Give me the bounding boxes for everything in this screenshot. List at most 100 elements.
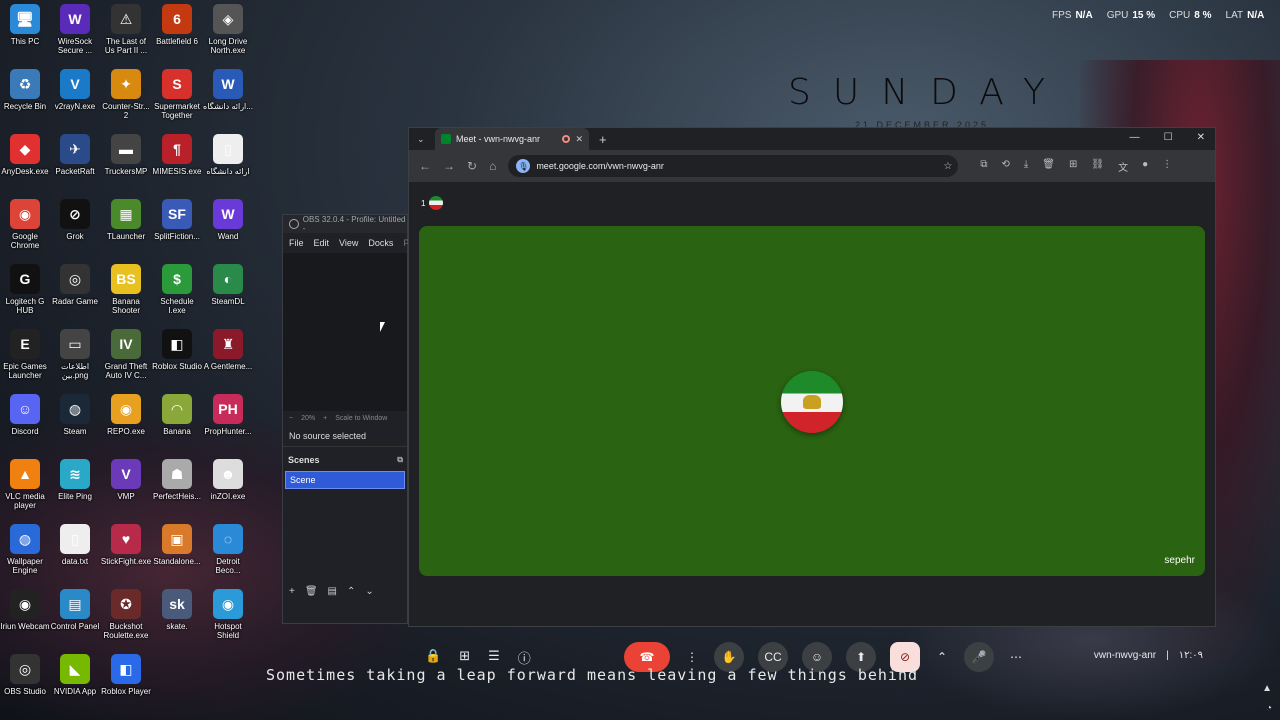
host-controls-icon[interactable]: 🔒 (425, 648, 441, 667)
desktop-icon[interactable]: W ارائه دانشگاه... (203, 69, 253, 111)
desktop-icon[interactable]: S Supermarket Together (152, 69, 202, 120)
site-mic-icon[interactable]: 🎙 (516, 159, 531, 173)
desktop-icon[interactable]: $ Schedule I.exe (152, 264, 202, 315)
grid-icon[interactable]: ⊞ (1069, 159, 1077, 174)
activities-icon[interactable]: ⊞ (459, 648, 470, 667)
close-window-icon[interactable]: ✕ (1197, 132, 1205, 143)
desktop-icon[interactable]: ◆ AnyDesk.exe (0, 134, 50, 176)
desktop-icon[interactable]: ☻ inZOI.exe (203, 459, 253, 501)
desktop-icon[interactable]: ✈ PacketRaft (50, 134, 100, 176)
desktop-icon[interactable]: G Logitech G HUB (0, 264, 50, 315)
home-icon[interactable]: ⌂ (489, 159, 496, 173)
minimize-icon[interactable]: — (1130, 132, 1140, 143)
camera-options-chevron-icon[interactable]: ⌃ (934, 642, 950, 672)
desktop-icon[interactable]: V VMP (101, 459, 151, 501)
scene-list-item[interactable]: Scene (285, 471, 405, 489)
desktop-icon[interactable]: ✦ Counter-Str... 2 (101, 69, 151, 120)
desktop-icon[interactable]: ◎ Radar Game (50, 264, 100, 306)
desktop-icon[interactable]: ◎ OBS Studio (0, 654, 50, 696)
obs-menu-file[interactable]: File (289, 238, 304, 248)
obs-menu-docks[interactable]: Docks (368, 238, 393, 248)
bookmark-star-icon[interactable]: ☆ (943, 161, 952, 172)
trash-icon[interactable]: 🗑 (1042, 159, 1055, 174)
desktop-icon[interactable]: ▦ TLauncher (101, 199, 151, 241)
desktop-icon[interactable]: ◉ Iriun Webcam (0, 589, 50, 631)
desktop-icon[interactable]: W WireSock Secure ... (50, 4, 100, 55)
omnibox[interactable]: 🎙 meet.google.com/vwn-nwvg-anr ☆ (508, 155, 959, 177)
obs-menu-edit[interactable]: Edit (314, 238, 330, 248)
desktop-icon[interactable]: ◣ NVIDIA App (50, 654, 100, 696)
desktop-icon[interactable]: ▲ VLC media player (0, 459, 50, 510)
participant-video-tile[interactable]: sepehr (419, 226, 1205, 576)
desktop-icon[interactable]: ◍ Steam (50, 394, 100, 436)
desktop-icon[interactable]: E Epic Games Launcher (0, 329, 50, 380)
desktop-icon[interactable]: PH PropHunter... (203, 394, 253, 436)
tray-status-icon[interactable]: ◔ (1266, 703, 1272, 714)
desktop-icon[interactable]: 🖥 This PC (0, 4, 50, 46)
obs-preview[interactable] (283, 253, 407, 411)
move-up-icon[interactable]: ⌃ (347, 586, 355, 597)
profile-icon[interactable]: ● (1142, 159, 1148, 174)
add-scene-icon[interactable]: + (289, 586, 295, 597)
zoom-out-button[interactable]: − (289, 415, 293, 422)
delete-scene-icon[interactable]: 🗑 (305, 586, 318, 597)
chat-icon[interactable]: ☰ (488, 648, 500, 667)
tab-search-icon[interactable]: ⌄ (417, 134, 425, 145)
desktop-icon[interactable]: ◈ Long Drive North.exe (203, 4, 253, 55)
desktop-icon[interactable]: ◧ Roblox Studio (152, 329, 202, 371)
extensions-icon[interactable]: ⧉ (980, 159, 987, 174)
move-down-icon[interactable]: ⌄ (365, 586, 373, 597)
close-tab-icon[interactable]: ✕ (575, 134, 583, 145)
desktop-icon[interactable]: ¶ MIMESIS.exe (152, 134, 202, 176)
desktop-icon[interactable]: ◌ Detroit Beco... (203, 524, 253, 575)
desktop-icon[interactable]: ⚠ The Last of Us Part II ... (101, 4, 151, 55)
desktop-icon[interactable]: ◐ SteamDL (203, 264, 253, 306)
desktop-icon[interactable]: sk skate. (152, 589, 202, 631)
link-icon[interactable]: ⛓ (1091, 159, 1104, 174)
more-actions-icon[interactable]: ⋯ (1008, 642, 1024, 672)
reload-icon[interactable]: ↻ (467, 159, 477, 173)
menu-icon[interactable]: ⋮ (1162, 159, 1172, 174)
desktop-icon[interactable]: ≋ Elite Ping (50, 459, 100, 501)
history-icon[interactable]: ⟲ (1001, 159, 1009, 174)
scene-filter-icon[interactable]: ▤ (328, 586, 337, 597)
dock-float-icon[interactable]: ⧉ (397, 455, 403, 465)
desktop-icon[interactable]: ♥ StickFight.exe (101, 524, 151, 566)
back-icon[interactable]: ← (419, 159, 431, 173)
desktop-icon[interactable]: ◠ Banana (152, 394, 202, 436)
desktop-icon[interactable]: ☗ PerfectHeis... (152, 459, 202, 501)
desktop-icon[interactable]: ◧ Roblox Player (101, 654, 151, 696)
desktop-icon[interactable]: BS Banana Shooter (101, 264, 151, 315)
desktop-icon[interactable]: ▬ TruckersMP (101, 134, 151, 176)
new-tab-button[interactable]: + (599, 132, 607, 147)
desktop-icon[interactable]: ☺ Discord (0, 394, 50, 436)
desktop-icon[interactable]: ⊘ Grok (50, 199, 100, 241)
tab-meet[interactable]: Meet - vwn-nwvg-anr ✕ (435, 128, 589, 150)
info-icon[interactable]: ⓘ (518, 648, 531, 667)
forward-icon[interactable]: → (443, 159, 455, 173)
desktop-icon[interactable]: SF SplitFiction... (152, 199, 202, 241)
desktop-icon[interactable]: ✪ Buckshot Roulette.exe (101, 589, 151, 640)
microphone-icon[interactable]: 🎤 (964, 642, 994, 672)
desktop-icon[interactable]: ▣ Standalone... (152, 524, 202, 566)
zoom-in-button[interactable]: + (323, 415, 327, 422)
desktop-icon[interactable]: ▯ ارائه دانشگاه (203, 134, 253, 176)
participant-count[interactable]: 1 (421, 196, 444, 210)
desktop-icon[interactable]: ▤ Control Panel (50, 589, 100, 631)
desktop-icon[interactable]: ◉ REPO.exe (101, 394, 151, 436)
desktop-icon[interactable]: Vv2rayN.exe (50, 69, 100, 111)
desktop-icon[interactable]: ♻ Recycle Bin (0, 69, 50, 111)
desktop-icon[interactable]: IV Grand Theft Auto IV C... (101, 329, 151, 380)
desktop-icon[interactable]: W Wand (203, 199, 253, 241)
desktop-icon[interactable]: ♜ A Gentleme... (203, 329, 253, 371)
desktop-icon[interactable]: ◍ Wallpaper Engine (0, 524, 50, 575)
scale-to-window[interactable]: Scale to Window (335, 415, 387, 422)
desktop-icon[interactable]: ◉ Hotspot Shield (203, 589, 253, 640)
obs-menu-view[interactable]: View (339, 238, 358, 248)
desktop-icon[interactable]: ◉ Google Chrome (0, 199, 50, 250)
desktop-icon[interactable]: 6 Battlefield 6 (152, 4, 202, 46)
download-icon[interactable]: ⤓ (1024, 159, 1028, 174)
desktop-icon[interactable]: ▯ data.txt (50, 524, 100, 566)
tray-arrow-icon[interactable]: ▲ (1262, 683, 1272, 694)
maximize-icon[interactable]: ☐ (1164, 132, 1173, 143)
